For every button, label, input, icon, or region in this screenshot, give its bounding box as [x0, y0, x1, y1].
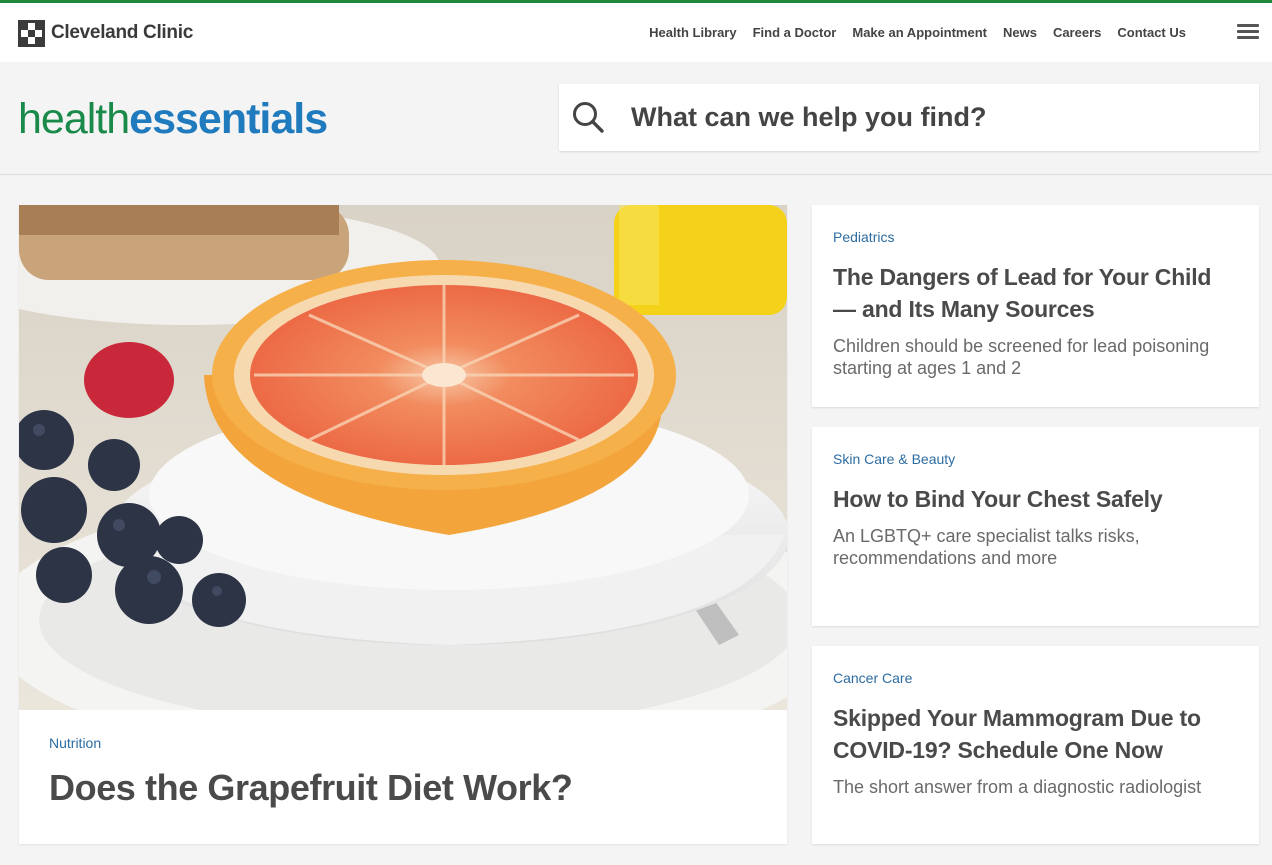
nav-link-make-an-appointment[interactable]: Make an Appointment [852, 25, 987, 40]
nav-link-contact-us[interactable]: Contact Us [1117, 25, 1186, 40]
search-box[interactable] [559, 84, 1259, 151]
logo-text-health: health [18, 95, 130, 143]
article-title[interactable]: How to Bind Your Chest Safely [833, 483, 1239, 515]
article-description: An LGBTQ+ care specialist talks risks, r… [833, 526, 1140, 568]
cleveland-clinic-cross-icon [18, 19, 45, 47]
article-title[interactable]: The Dangers of Lead for Your Child — and… [833, 261, 1239, 325]
cleveland-clinic-logo[interactable]: Cleveland Clinic [18, 18, 193, 48]
health-essentials-logo[interactable]: healthessentials [18, 95, 328, 143]
hamburger-menu-icon[interactable] [1237, 24, 1259, 42]
nav-link-find-a-doctor[interactable]: Find a Doctor [753, 25, 837, 40]
article-category[interactable]: Cancer Care [833, 670, 1239, 686]
nav-link-news[interactable]: News [1003, 25, 1037, 40]
article-category[interactable]: Skin Care & Beauty [833, 451, 1239, 467]
search-icon[interactable] [571, 100, 605, 134]
logo-text-essentials: essentials [129, 95, 328, 143]
nav-link-careers[interactable]: Careers [1053, 25, 1101, 40]
main-nav: Health Library Find a Doctor Make an App… [649, 25, 1186, 40]
header-band: healthessentials [0, 62, 1272, 175]
article-description: The short answer from a diagnostic radio… [833, 777, 1202, 797]
article-description: Children should be screened for lead poi… [833, 336, 1210, 378]
brand-name: Cleveland Clinic [51, 22, 193, 43]
top-navigation-bar: Cleveland Clinic Health Library Find a D… [0, 0, 1272, 62]
featured-article-card[interactable]: Nutrition Does the Grapefruit Diet Work? [19, 205, 787, 844]
article-card[interactable]: Cancer Care Skipped Your Mammogram Due t… [812, 646, 1259, 844]
grapefruit-image[interactable] [19, 205, 787, 710]
article-card[interactable]: Skin Care & Beauty How to Bind Your Ches… [812, 427, 1259, 626]
article-title[interactable]: Does the Grapefruit Diet Work? [49, 767, 573, 809]
article-category[interactable]: Nutrition [49, 735, 101, 751]
article-title[interactable]: Skipped Your Mammogram Due to COVID-19? … [833, 702, 1239, 766]
article-category[interactable]: Pediatrics [833, 229, 1239, 245]
nav-link-health-library[interactable]: Health Library [649, 25, 736, 40]
article-card[interactable]: Pediatrics The Dangers of Lead for Your … [812, 205, 1259, 407]
search-input[interactable] [631, 98, 1231, 136]
